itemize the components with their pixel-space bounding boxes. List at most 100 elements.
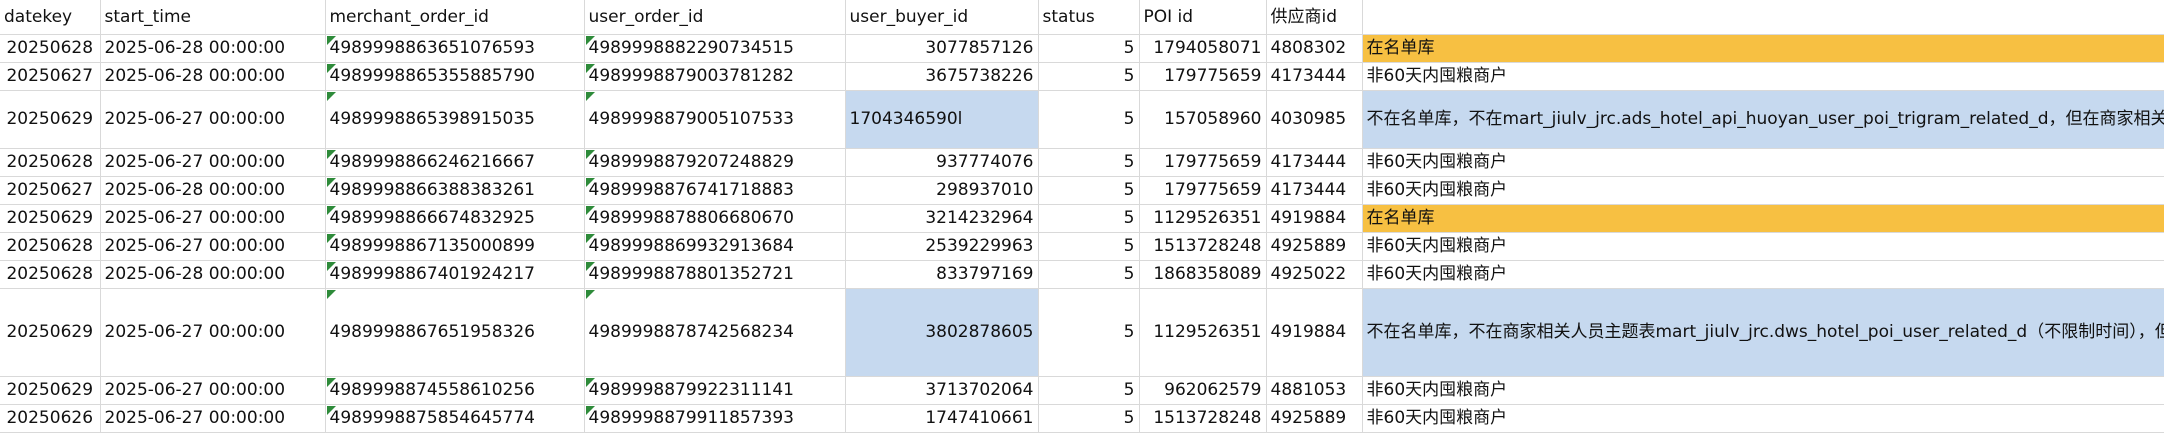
header-note[interactable]: [1362, 0, 2164, 35]
cell-user-buyer-id[interactable]: 3675738226: [845, 62, 1039, 91]
cell-merchant-order-id[interactable]: 4989998866388383261: [325, 176, 585, 205]
header-poi-id[interactable]: POI id: [1139, 0, 1267, 35]
cell-datekey[interactable]: 20250628: [0, 232, 101, 261]
cell-status[interactable]: 5: [1038, 260, 1140, 289]
cell-poi-id[interactable]: 179775659: [1139, 148, 1267, 177]
cell-supplier-id[interactable]: 4925889: [1266, 404, 1363, 433]
cell-poi-id[interactable]: 1129526351: [1139, 288, 1267, 377]
cell-datekey[interactable]: 20250629: [0, 90, 101, 149]
cell-status[interactable]: 5: [1038, 288, 1140, 377]
cell-user-order-id[interactable]: 4989998876741718883: [584, 176, 846, 205]
cell-poi-id[interactable]: 1513728248: [1139, 404, 1267, 433]
cell-start-time[interactable]: 2025-06-27 00:00:00: [100, 148, 326, 177]
cell-supplier-id[interactable]: 4919884: [1266, 288, 1363, 377]
cell-user-buyer-id[interactable]: 833797169: [845, 260, 1039, 289]
cell-datekey[interactable]: 20250628: [0, 148, 101, 177]
cell-poi-id[interactable]: 179775659: [1139, 62, 1267, 91]
cell-note[interactable]: 非60天内囤粮商户: [1362, 232, 2164, 261]
cell-merchant-order-id[interactable]: 4989998865355885790: [325, 62, 585, 91]
cell-poi-id[interactable]: 157058960: [1139, 90, 1267, 149]
cell-merchant-order-id[interactable]: 4989998863651076593: [325, 34, 585, 63]
cell-datekey[interactable]: 20250628: [0, 34, 101, 63]
cell-user-buyer-id[interactable]: 3214232964: [845, 204, 1039, 233]
cell-note[interactable]: 在名单库: [1362, 34, 2164, 63]
cell-poi-id[interactable]: 1794058071: [1139, 34, 1267, 63]
cell-supplier-id[interactable]: 4030985: [1266, 90, 1363, 149]
cell-datekey[interactable]: 20250628: [0, 260, 101, 289]
cell-status[interactable]: 5: [1038, 176, 1140, 205]
cell-note[interactable]: 非60天内囤粮商户: [1362, 376, 2164, 405]
cell-merchant-order-id[interactable]: 4989998866246216667: [325, 148, 585, 177]
cell-supplier-id[interactable]: 4925022: [1266, 260, 1363, 289]
cell-note[interactable]: 非60天内囤粮商户: [1362, 62, 2164, 91]
cell-poi-id[interactable]: 179775659: [1139, 176, 1267, 205]
cell-note[interactable]: 不在名单库，不在mart_jiulv_jrc.ads_hotel_api_huo…: [1362, 90, 2164, 149]
header-start-time[interactable]: start_time: [100, 0, 326, 35]
cell-supplier-id[interactable]: 4173444: [1266, 148, 1363, 177]
cell-merchant-order-id[interactable]: 4989998867401924217: [325, 260, 585, 289]
cell-start-time[interactable]: 2025-06-28 00:00:00: [100, 176, 326, 205]
cell-supplier-id[interactable]: 4173444: [1266, 62, 1363, 91]
cell-datekey[interactable]: 20250626: [0, 404, 101, 433]
cell-poi-id[interactable]: 1129526351: [1139, 204, 1267, 233]
cell-start-time[interactable]: 2025-06-27 00:00:00: [100, 288, 326, 377]
cell-user-order-id[interactable]: 4989998879922311141: [584, 376, 846, 405]
cell-user-buyer-id[interactable]: 1747410661: [845, 404, 1039, 433]
cell-user-order-id[interactable]: 4989998879207248829: [584, 148, 846, 177]
cell-user-buyer-id[interactable]: 937774076: [845, 148, 1039, 177]
cell-poi-id[interactable]: 1513728248: [1139, 232, 1267, 261]
cell-status[interactable]: 5: [1038, 376, 1140, 405]
cell-status[interactable]: 5: [1038, 34, 1140, 63]
cell-merchant-order-id[interactable]: 4989998875854645774: [325, 404, 585, 433]
cell-poi-id[interactable]: 962062579: [1139, 376, 1267, 405]
cell-user-order-id[interactable]: 4989998882290734515: [584, 34, 846, 63]
cell-note[interactable]: 在名单库: [1362, 204, 2164, 233]
cell-datekey[interactable]: 20250629: [0, 376, 101, 405]
cell-note[interactable]: 非60天内囤粮商户: [1362, 404, 2164, 433]
cell-start-time[interactable]: 2025-06-27 00:00:00: [100, 232, 326, 261]
cell-status[interactable]: 5: [1038, 232, 1140, 261]
cell-start-time[interactable]: 2025-06-27 00:00:00: [100, 204, 326, 233]
cell-merchant-order-id[interactable]: 4989998866674832925: [325, 204, 585, 233]
cell-note[interactable]: 非60天内囤粮商户: [1362, 260, 2164, 289]
cell-status[interactable]: 5: [1038, 90, 1140, 149]
cell-supplier-id[interactable]: 4173444: [1266, 176, 1363, 205]
cell-note[interactable]: 不在名单库，不在商家相关人员主题表mart_jiulv_jrc.dws_hote…: [1362, 288, 2164, 377]
cell-user-buyer-id[interactable]: 3713702064: [845, 376, 1039, 405]
cell-status[interactable]: 5: [1038, 62, 1140, 91]
header-user-order-id[interactable]: user_order_id: [584, 0, 846, 35]
cell-supplier-id[interactable]: 4881053: [1266, 376, 1363, 405]
cell-note[interactable]: 非60天内囤粮商户: [1362, 176, 2164, 205]
cell-user-order-id[interactable]: 4989998879003781282: [584, 62, 846, 91]
cell-user-order-id[interactable]: 4989998878801352721: [584, 260, 846, 289]
header-status[interactable]: status: [1038, 0, 1140, 35]
cell-note[interactable]: 非60天内囤粮商户: [1362, 148, 2164, 177]
cell-start-time[interactable]: 2025-06-27 00:00:00: [100, 404, 326, 433]
cell-status[interactable]: 5: [1038, 404, 1140, 433]
cell-user-buyer-id[interactable]: 3802878605: [845, 288, 1039, 377]
cell-user-buyer-id[interactable]: 2539229963: [845, 232, 1039, 261]
cell-merchant-order-id[interactable]: 4989998867651958326: [325, 288, 585, 377]
cell-supplier-id[interactable]: 4919884: [1266, 204, 1363, 233]
cell-start-time[interactable]: 2025-06-28 00:00:00: [100, 260, 326, 289]
cell-poi-id[interactable]: 1868358089: [1139, 260, 1267, 289]
header-datekey[interactable]: datekey: [0, 0, 101, 35]
header-merchant-order-id[interactable]: merchant_order_id: [325, 0, 585, 35]
cell-start-time[interactable]: 2025-06-28 00:00:00: [100, 34, 326, 63]
cell-user-order-id[interactable]: 4989998869932913684: [584, 232, 846, 261]
header-user-buyer-id[interactable]: user_buyer_id: [845, 0, 1039, 35]
cell-merchant-order-id[interactable]: 4989998865398915035: [325, 90, 585, 149]
cell-merchant-order-id[interactable]: 4989998874558610256: [325, 376, 585, 405]
cell-status[interactable]: 5: [1038, 148, 1140, 177]
cell-start-time[interactable]: 2025-06-27 00:00:00: [100, 90, 326, 149]
cell-user-buyer-id[interactable]: 1704346590l: [845, 90, 1039, 149]
cell-user-order-id[interactable]: 4989998878742568234: [584, 288, 846, 377]
cell-datekey[interactable]: 20250627: [0, 62, 101, 91]
cell-supplier-id[interactable]: 4925889: [1266, 232, 1363, 261]
cell-start-time[interactable]: 2025-06-28 00:00:00: [100, 62, 326, 91]
cell-merchant-order-id[interactable]: 4989998867135000899: [325, 232, 585, 261]
cell-start-time[interactable]: 2025-06-27 00:00:00: [100, 376, 326, 405]
cell-status[interactable]: 5: [1038, 204, 1140, 233]
cell-user-buyer-id[interactable]: 3077857126: [845, 34, 1039, 63]
cell-datekey[interactable]: 20250627: [0, 176, 101, 205]
